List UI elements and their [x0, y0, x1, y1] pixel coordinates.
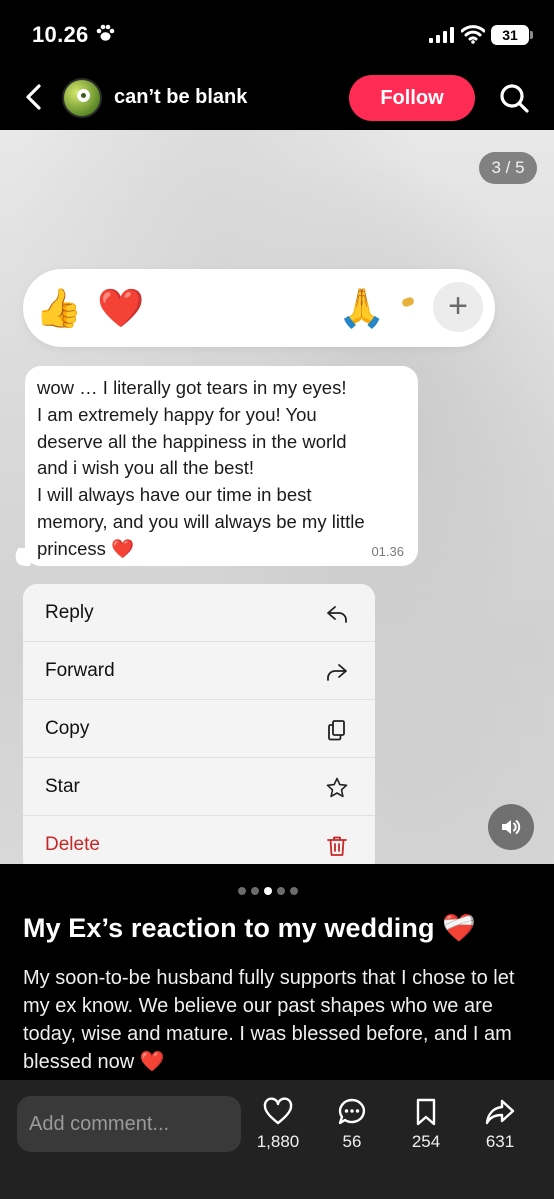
reaction-thumbs-up[interactable]: 👍: [35, 282, 82, 334]
copy-icon: [328, 720, 345, 741]
menu-item-copy[interactable]: Copy: [23, 700, 375, 758]
heart-icon: [263, 1097, 293, 1125]
post-media[interactable]: 3 / 5 👍 ❤️ 😂 😮 😢 🙏 + wow … I literally g…: [0, 130, 554, 864]
post-description[interactable]: My soon-to-be husband fully supports tha…: [23, 964, 537, 1076]
carousel-dot[interactable]: [251, 887, 259, 895]
like-button[interactable]: 1,880: [245, 1096, 311, 1166]
menu-label-copy: Copy: [45, 718, 90, 739]
menu-item-forward[interactable]: Forward: [23, 642, 375, 700]
speaker-icon: [502, 820, 521, 834]
paw-icon: [95, 24, 115, 47]
share-icon: [485, 1099, 515, 1125]
post-title: My Ex’s reaction to my wedding ❤️‍🩹: [23, 913, 476, 943]
carousel-dot[interactable]: [277, 887, 285, 895]
follow-button[interactable]: Follow: [349, 75, 475, 121]
search-icon[interactable]: [498, 82, 530, 114]
reaction-partial-icon: [400, 296, 416, 308]
reply-icon: [327, 606, 347, 623]
share-button[interactable]: 631: [467, 1096, 533, 1166]
reaction-heart[interactable]: ❤️: [97, 282, 144, 334]
like-count: 1,880: [256, 1132, 300, 1151]
comment-count: 56: [342, 1132, 362, 1151]
mending-heart-emoji: ❤️‍🩹: [442, 913, 476, 943]
carousel-dot[interactable]: [290, 887, 298, 895]
message-bubble[interactable]: wow … I literally got tears in my eyes! …: [25, 366, 418, 566]
carousel-dot-active[interactable]: [264, 887, 272, 895]
comment-input[interactable]: [17, 1096, 241, 1152]
username[interactable]: can’t be blank: [114, 86, 247, 109]
signal-icon: [429, 27, 454, 43]
menu-item-delete[interactable]: Delete: [23, 816, 375, 864]
avatar[interactable]: [62, 78, 102, 118]
status-time: 10.26: [32, 22, 89, 47]
reaction-crying[interactable]: 😢: [280, 282, 320, 334]
back-icon[interactable]: [20, 82, 50, 112]
menu-label-reply: Reply: [45, 602, 94, 623]
carousel-dots: [238, 882, 303, 895]
reaction-bar: 👍 ❤️ 😂 😮 😢 🙏 +: [23, 269, 495, 347]
share-count: 631: [485, 1132, 515, 1151]
top-nav: can’t be blank Follow: [0, 70, 554, 130]
message-time: 01.36: [371, 544, 404, 559]
menu-item-star[interactable]: Star: [23, 758, 375, 816]
bookmark-icon: [416, 1098, 436, 1126]
reaction-praying[interactable]: 🙏: [338, 282, 385, 334]
page-indicator: 3 / 5: [479, 152, 537, 184]
comment-button[interactable]: 56: [319, 1096, 385, 1166]
menu-label-delete: Delete: [45, 834, 100, 855]
menu-label-forward: Forward: [45, 660, 115, 681]
bottom-action-bar: 1,880 56 254 631: [0, 1080, 554, 1199]
caption-area: My Ex’s reaction to my wedding ❤️‍🩹 My s…: [0, 864, 554, 1080]
context-menu: Reply Forward Copy Star Delete: [23, 584, 375, 864]
add-reaction-button[interactable]: +: [433, 282, 483, 332]
message-text: wow … I literally got tears in my eyes! …: [37, 377, 365, 559]
heart-emoji: ❤️: [111, 537, 135, 559]
status-bar: 10.26 31: [0, 0, 554, 70]
battery-indicator: 31: [491, 25, 533, 45]
carousel-dot[interactable]: [238, 887, 246, 895]
trash-icon: [327, 836, 347, 856]
reaction-surprised[interactable]: 😮: [219, 282, 259, 334]
sound-button[interactable]: [488, 804, 534, 850]
comment-icon: [338, 1098, 366, 1125]
menu-item-reply[interactable]: Reply: [23, 584, 375, 642]
forward-icon: [327, 664, 347, 681]
reaction-laughing[interactable]: 😂: [157, 282, 201, 334]
save-button[interactable]: 254: [393, 1096, 459, 1166]
heart-emoji: ❤️: [139, 1051, 165, 1073]
wifi-icon: [461, 25, 485, 44]
menu-label-star: Star: [45, 776, 80, 797]
save-count: 254: [411, 1132, 441, 1151]
star-icon: [326, 777, 348, 798]
